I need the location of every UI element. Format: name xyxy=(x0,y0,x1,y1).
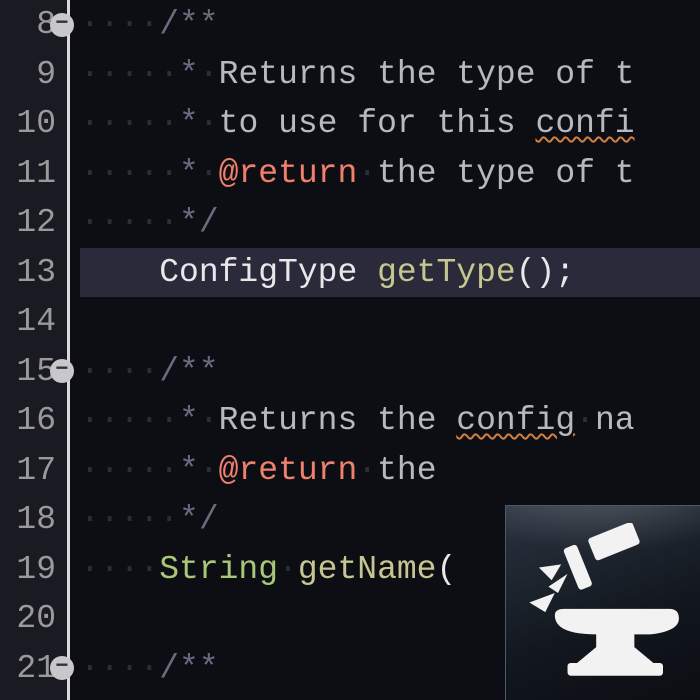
code-line[interactable]: ····ConfigType·getType(); xyxy=(80,248,700,298)
line-number: 18 xyxy=(0,495,56,545)
token-comment: * xyxy=(179,452,199,489)
code-line[interactable]: ·····*·@return·the xyxy=(80,446,700,496)
token-doc-tag: @return xyxy=(219,155,358,192)
fold-collapse-icon[interactable] xyxy=(50,656,74,680)
token-ws: · xyxy=(199,56,219,93)
code-line[interactable]: ····/** xyxy=(80,347,700,397)
anvil-svg xyxy=(523,523,682,682)
line-number: 9 xyxy=(0,50,56,100)
token-ws: ····· xyxy=(80,402,179,439)
token-plain: the xyxy=(377,452,436,489)
line-number: 16 xyxy=(0,396,56,446)
line-number: 8 xyxy=(0,0,56,50)
line-number: 13 xyxy=(0,248,56,298)
code-line[interactable] xyxy=(80,297,700,347)
fold-collapse-icon[interactable] xyxy=(50,13,74,37)
token-ws: ····· xyxy=(80,105,179,142)
token-method: getType xyxy=(377,254,516,291)
line-number: 17 xyxy=(0,446,56,496)
token-comment: * xyxy=(179,105,199,142)
line-number: 10 xyxy=(0,99,56,149)
token-ws: · xyxy=(199,105,219,142)
token-punct: ( xyxy=(436,551,456,588)
line-number: 14 xyxy=(0,297,56,347)
token-ws: ····· xyxy=(80,155,179,192)
token-ws: ····· xyxy=(80,452,179,489)
token-ws: ···· xyxy=(80,353,159,390)
token-punct: (); xyxy=(516,254,575,291)
token-comment: */ xyxy=(179,501,219,538)
line-number: 19 xyxy=(0,545,56,595)
token-comment: */ xyxy=(179,204,219,241)
line-number-gutter: 89101112131415161718192021 xyxy=(0,0,62,700)
token-method: getName xyxy=(298,551,437,588)
code-line[interactable]: ····/** xyxy=(80,0,700,50)
line-number: 11 xyxy=(0,149,56,199)
token-plain: config xyxy=(456,402,575,439)
token-ws: ····· xyxy=(80,501,179,538)
code-line[interactable]: ·····*·@return·the type of t xyxy=(80,149,700,199)
token-ws: ···· xyxy=(80,6,159,43)
code-line[interactable]: ·····*·Returns the config·na xyxy=(80,396,700,446)
token-comment: * xyxy=(179,56,199,93)
token-comment: /** xyxy=(159,6,218,43)
code-line[interactable]: ·····*/ xyxy=(80,198,700,248)
token-plain: Returns the type of t xyxy=(219,56,635,93)
token-string-type: String xyxy=(159,551,278,588)
token-plain: the type of t xyxy=(377,155,634,192)
line-number: 21 xyxy=(0,644,56,694)
token-type: ConfigType xyxy=(159,254,357,291)
code-line[interactable]: ·····*·to use for this confi xyxy=(80,99,700,149)
token-comment: /** xyxy=(159,650,218,687)
line-number: 20 xyxy=(0,594,56,644)
token-ws: · xyxy=(357,254,377,291)
line-number: 15 xyxy=(0,347,56,397)
token-ws: · xyxy=(199,402,219,439)
token-doc-tag: @return xyxy=(219,452,358,489)
anvil-forge-icon xyxy=(505,505,700,700)
token-comment: * xyxy=(179,402,199,439)
token-plain: Returns the xyxy=(219,402,457,439)
token-plain: confi xyxy=(536,105,635,142)
token-ws: · xyxy=(199,452,219,489)
code-line[interactable]: ·····*·Returns the type of t xyxy=(80,50,700,100)
fold-guide xyxy=(62,0,70,700)
token-comment: /** xyxy=(159,353,218,390)
token-ws: · xyxy=(199,155,219,192)
token-ws: ····· xyxy=(80,204,179,241)
token-ws: ···· xyxy=(80,551,159,588)
token-ws: ···· xyxy=(80,254,159,291)
token-ws: ····· xyxy=(80,56,179,93)
line-number: 12 xyxy=(0,198,56,248)
token-ws: ···· xyxy=(80,650,159,687)
token-plain: na xyxy=(595,402,635,439)
token-plain: to use for this xyxy=(219,105,536,142)
token-ws: · xyxy=(357,452,377,489)
token-comment: * xyxy=(179,155,199,192)
token-ws: · xyxy=(357,155,377,192)
token-ws: · xyxy=(278,551,298,588)
fold-collapse-icon[interactable] xyxy=(50,359,74,383)
token-ws: · xyxy=(575,402,595,439)
